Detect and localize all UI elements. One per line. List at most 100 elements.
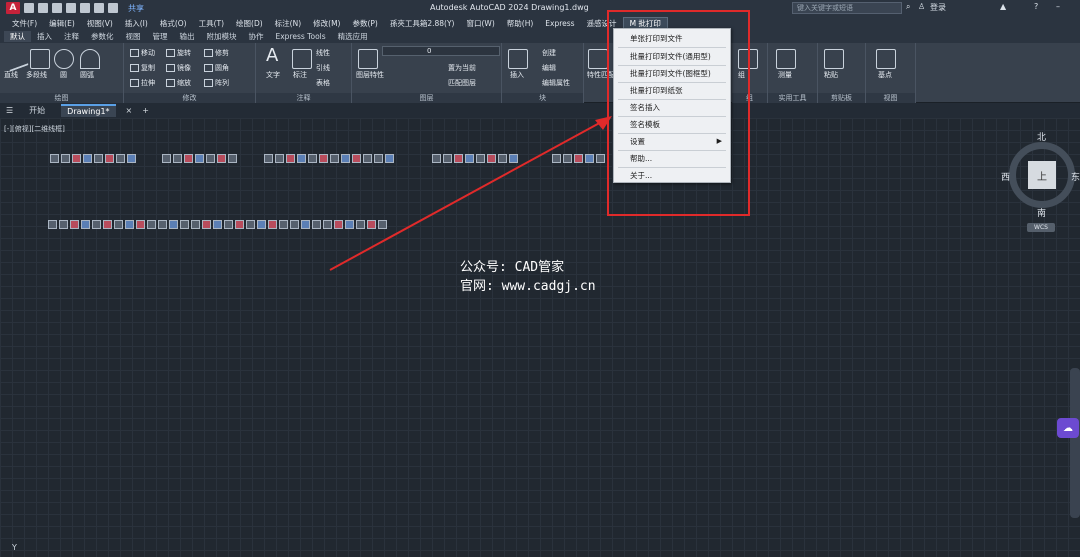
layer-properties-icon[interactable] [358, 49, 378, 69]
tab-start[interactable]: 开始 [23, 104, 51, 117]
north-label[interactable]: 北 [1037, 130, 1046, 143]
menu-item[interactable]: 插入(I) [119, 18, 154, 29]
table-button[interactable]: 表格 [316, 78, 330, 88]
tab-output[interactable]: 输出 [174, 31, 201, 42]
tab-manage[interactable]: 管理 [147, 31, 174, 42]
circle-icon[interactable] [54, 49, 74, 69]
scale-button[interactable]: 缩放 [166, 78, 191, 88]
text-button[interactable]: 文字 [266, 70, 280, 80]
view-cube-top-face[interactable]: 上 [1028, 161, 1056, 189]
menu-item[interactable]: 标注(N) [269, 18, 307, 29]
hamburger-menu-icon[interactable]: ☰ [6, 106, 13, 115]
rotate-button[interactable]: 旋转 [166, 48, 191, 58]
cloud-badge-icon[interactable]: ☁ [1057, 418, 1079, 438]
copy-button[interactable]: 复制 [130, 63, 155, 73]
plot-icon[interactable] [80, 3, 90, 13]
app-logo-icon[interactable]: A [6, 2, 20, 14]
menu-item[interactable]: 绘图(D) [230, 18, 269, 29]
menu-item[interactable]: 工具(T) [193, 18, 230, 29]
menu-item[interactable]: 修改(M) [307, 18, 346, 29]
create-block-button[interactable]: 创建 [542, 48, 556, 58]
menu-item[interactable]: 视图(V) [81, 18, 119, 29]
tab-insert[interactable]: 插入 [31, 31, 58, 42]
measure-button[interactable]: 测量 [778, 70, 792, 80]
view-cube[interactable]: 上 北 南 西 东 WCS [1001, 128, 1080, 232]
navigation-bar[interactable] [1070, 368, 1080, 518]
set-current-button[interactable]: 置为当前 [448, 63, 476, 73]
polyline-icon[interactable] [30, 49, 50, 69]
menu-item[interactable]: 帮助(H) [501, 18, 540, 29]
layer-dropdown[interactable]: 0 [382, 46, 500, 56]
new-tab-button[interactable]: + [142, 106, 149, 115]
tab-addins[interactable]: 附加模块 [201, 31, 243, 42]
arc-button[interactable]: 圆弧 [80, 70, 94, 80]
close-tab-icon[interactable]: × [126, 106, 133, 115]
dimension-button[interactable]: 标注 [293, 70, 307, 80]
save-as-icon[interactable] [66, 3, 76, 13]
layer-properties-button[interactable]: 图层特性 [356, 70, 384, 80]
menu-item[interactable]: 参数(P) [346, 18, 383, 29]
insert-block-icon[interactable] [508, 49, 528, 69]
tab-express-tools[interactable]: Express Tools [270, 32, 332, 41]
search-input[interactable]: 键入关键字或短语 [792, 2, 902, 14]
paste-button[interactable]: 粘贴 [824, 70, 838, 80]
tab-annotate[interactable]: 注释 [58, 31, 85, 42]
base-point-button[interactable]: 基点 [878, 70, 892, 80]
sign-in-button[interactable]: 登录 [930, 2, 946, 13]
tab-parametric[interactable]: 参数化 [85, 31, 120, 42]
menu-item[interactable]: 文件(F) [6, 18, 43, 29]
cart-icon[interactable]: ▲ [1000, 2, 1006, 11]
circle-button[interactable]: 圆 [60, 70, 67, 80]
open-file-icon[interactable] [38, 3, 48, 13]
menu-item[interactable]: 格式(O) [154, 18, 193, 29]
leader-button[interactable]: 引线 [316, 63, 330, 73]
viewport-label[interactable]: [-][俯视][二维线框] [4, 124, 65, 134]
edit-block-button[interactable]: 编辑 [542, 63, 556, 73]
base-point-icon[interactable] [876, 49, 896, 69]
east-label[interactable]: 东 [1071, 170, 1080, 183]
tab-default[interactable]: 默认 [4, 31, 31, 42]
menu-item[interactable]: 窗口(W) [460, 18, 500, 29]
new-file-icon[interactable] [24, 3, 34, 13]
trim-button[interactable]: 修剪 [204, 48, 229, 58]
line-icon[interactable] [3, 46, 29, 72]
arc-icon[interactable] [80, 49, 100, 69]
help-button[interactable]: ? [1034, 2, 1038, 11]
menu-item[interactable]: 孫夾工具箱2.88(Y) [384, 18, 461, 29]
tab-view[interactable]: 视图 [120, 31, 147, 42]
floating-toolbar[interactable] [50, 154, 136, 164]
text-icon[interactable]: A [266, 45, 278, 66]
stretch-button[interactable]: 拉伸 [130, 78, 155, 88]
dimension-icon[interactable] [292, 49, 312, 69]
match-properties-icon[interactable] [588, 49, 608, 69]
tab-drawing1[interactable]: Drawing1* [61, 104, 116, 117]
array-button[interactable]: 阵列 [204, 78, 229, 88]
polyline-button[interactable]: 多段线 [26, 70, 47, 80]
line-button[interactable]: 直线 [4, 70, 18, 80]
match-layer-button[interactable]: 匹配图层 [448, 78, 476, 88]
linear-button[interactable]: 线性 [316, 48, 330, 58]
wcs-menu[interactable]: WCS [1027, 223, 1055, 232]
tab-featured-apps[interactable]: 精选应用 [332, 31, 374, 42]
undo-icon[interactable] [94, 3, 104, 13]
insert-block-button[interactable]: 插入 [510, 70, 524, 80]
south-label[interactable]: 南 [1037, 206, 1046, 219]
measure-icon[interactable] [776, 49, 796, 69]
drawing-canvas[interactable]: [-][俯视][二维线框] 上 北 南 西 东 WCS [0, 116, 1080, 557]
search-icon[interactable]: ⌕ [906, 2, 910, 12]
share-button[interactable]: 共享 [128, 3, 144, 14]
move-button[interactable]: 移动 [130, 48, 155, 58]
mirror-button[interactable]: 镜像 [166, 63, 191, 73]
menu-item[interactable]: 编辑(E) [43, 18, 81, 29]
west-label[interactable]: 西 [1001, 170, 1010, 183]
tab-collaborate[interactable]: 协作 [243, 31, 270, 42]
paste-icon[interactable] [824, 49, 844, 69]
floating-toolbar[interactable] [162, 154, 237, 164]
edit-attributes-button[interactable]: 编辑属性 [542, 78, 570, 88]
minimize-icon[interactable]: – [1056, 2, 1060, 11]
menu-item[interactable]: Express [539, 19, 580, 28]
fillet-button[interactable]: 圆角 [204, 63, 229, 73]
save-icon[interactable] [52, 3, 62, 13]
redo-icon[interactable] [108, 3, 118, 13]
user-icon[interactable]: ♙ [918, 2, 925, 11]
